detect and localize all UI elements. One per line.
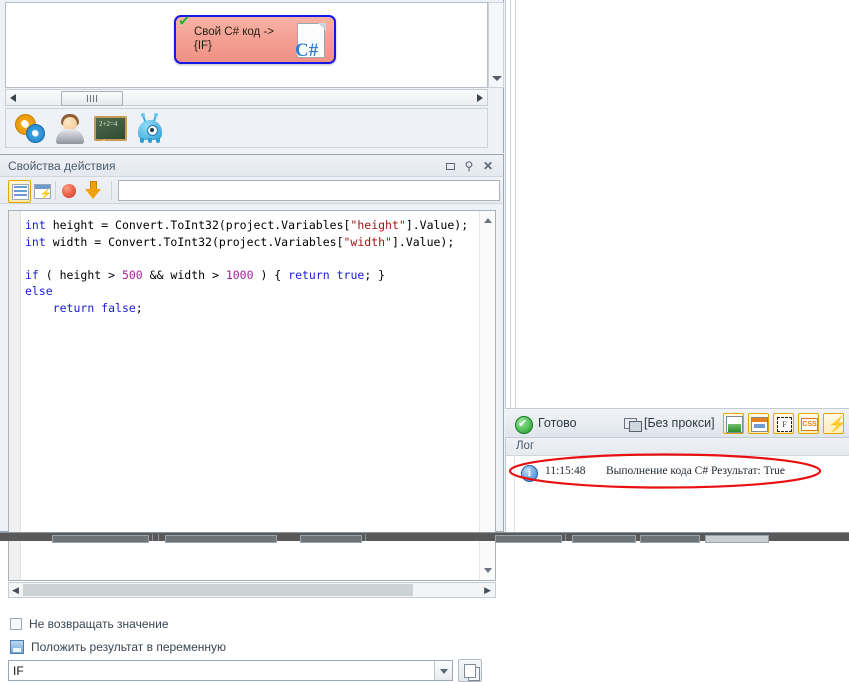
diagram-node-csharp[interactable]: ✔ Свой C# код -> {IF} C# — [174, 13, 336, 64]
hscroll-thumb[interactable] — [61, 91, 123, 106]
log-panel: Лог 11:15:48 Выполнение кода C# Результа… — [505, 438, 849, 532]
scroll-down-icon[interactable] — [492, 76, 502, 81]
log-body[interactable]: 11:15:48 Выполнение кода C# Результат: T… — [514, 456, 849, 532]
panel-titlebar: Свойства действия ⚲ ✕ — [0, 155, 502, 177]
application-window: ✔ Свой C# код -> {IF} C# 2+2=4 Свойства … — [0, 0, 849, 682]
grid-view-icon[interactable] — [8, 180, 31, 203]
variable-combobox[interactable]: IF — [8, 660, 453, 681]
code-content[interactable]: int height = Convert.ToInt32(project.Var… — [25, 217, 477, 316]
diagram-canvas[interactable]: ✔ Свой C# код -> {IF} C# — [5, 2, 488, 88]
diagram-node-label: Свой C# код -> {IF} — [194, 26, 274, 52]
status-bar: Готово [Без прокси] F CSS ⚡ — [505, 408, 849, 438]
restore-icon[interactable] — [442, 158, 458, 174]
code-gutter — [9, 211, 21, 580]
csharp-file-icon: C# — [293, 23, 327, 61]
status-text: Готово — [538, 416, 577, 430]
panel-title: Свойства действия — [8, 159, 116, 173]
blackboard-icon[interactable]: 2+2=4 — [94, 113, 128, 145]
diagram-vertical-scrollbar[interactable] — [488, 2, 504, 88]
scroll-right-icon[interactable]: ▶ — [484, 586, 491, 595]
no-return-checkbox[interactable] — [10, 618, 22, 630]
variable-value: IF — [13, 664, 24, 678]
css-toggle[interactable]: CSS — [798, 413, 819, 434]
info-icon — [521, 465, 538, 482]
green-check-icon: ✔ — [178, 13, 191, 30]
divider — [510, 0, 511, 408]
search-input[interactable] — [118, 180, 500, 201]
right-column: Готово [Без прокси] F CSS ⚡ Лог 11:15:48… — [505, 0, 849, 532]
images-toggle[interactable] — [723, 413, 744, 434]
pin-icon[interactable]: ⚲ — [461, 158, 477, 174]
log-title: Лог — [516, 440, 535, 452]
frames-toggle[interactable]: F — [773, 413, 794, 434]
green-check-circle-icon — [515, 416, 533, 434]
alien-icon[interactable] — [134, 113, 168, 145]
put-result-checkbox[interactable] — [10, 640, 24, 654]
scroll-left-icon[interactable]: ◀ — [12, 586, 19, 595]
scroll-up-icon[interactable] — [484, 218, 492, 223]
download-arrow-icon[interactable] — [85, 181, 102, 200]
grip-icon — [87, 95, 97, 102]
put-result-label: Положить результат в переменную — [31, 640, 227, 654]
put-result-checkbox-row[interactable]: Положить результат в переменную — [10, 640, 226, 654]
diagram-pane: ✔ Свой C# код -> {IF} C# 2+2=4 — [0, 0, 504, 153]
diagram-icon-strip: 2+2=4 — [5, 108, 488, 148]
scroll-down-icon[interactable] — [484, 568, 492, 573]
properties-toolbar: ⚡ — [0, 177, 502, 204]
chevron-down-icon[interactable] — [434, 661, 452, 680]
gears-icon[interactable] — [14, 113, 48, 145]
code-editor[interactable]: int height = Convert.ToInt32(project.Var… — [8, 210, 496, 581]
no-return-checkbox-row[interactable]: Не возвращать значение — [10, 617, 169, 631]
diagram-horizontal-scrollbar[interactable] — [5, 89, 488, 106]
copy-icon[interactable] — [458, 659, 482, 682]
person-icon[interactable] — [54, 113, 88, 145]
scroll-left-icon[interactable] — [10, 94, 16, 102]
proxy-monitor-icon — [624, 417, 642, 432]
log-header: Лог — [506, 438, 849, 456]
browser-viewport[interactable] — [505, 0, 849, 408]
action-properties-panel: Свойства действия ⚲ ✕ ⚡ int height = Con… — [0, 154, 504, 682]
log-time: 11:15:48 — [545, 465, 586, 477]
no-return-label: Не возвращать значение — [29, 617, 169, 631]
close-icon[interactable]: ✕ — [480, 158, 496, 174]
code-hscroll-thumb[interactable] — [23, 584, 413, 596]
code-horizontal-scrollbar[interactable]: ◀ ▶ — [8, 582, 496, 598]
log-message: Выполнение кода C# Результат: True — [606, 465, 785, 477]
left-column: ✔ Свой C# код -> {IF} C# 2+2=4 Свойства … — [0, 0, 505, 682]
divider — [515, 0, 516, 408]
code-vertical-scrollbar[interactable] — [479, 211, 495, 580]
proxy-text[interactable]: [Без прокси] — [644, 416, 715, 430]
stop-record-icon[interactable] — [62, 184, 76, 198]
forms-toggle[interactable] — [748, 413, 769, 434]
scripts-toggle[interactable]: ⚡ — [823, 413, 847, 434]
scroll-right-icon[interactable] — [477, 94, 483, 102]
window-view-icon[interactable]: ⚡ — [31, 180, 52, 201]
